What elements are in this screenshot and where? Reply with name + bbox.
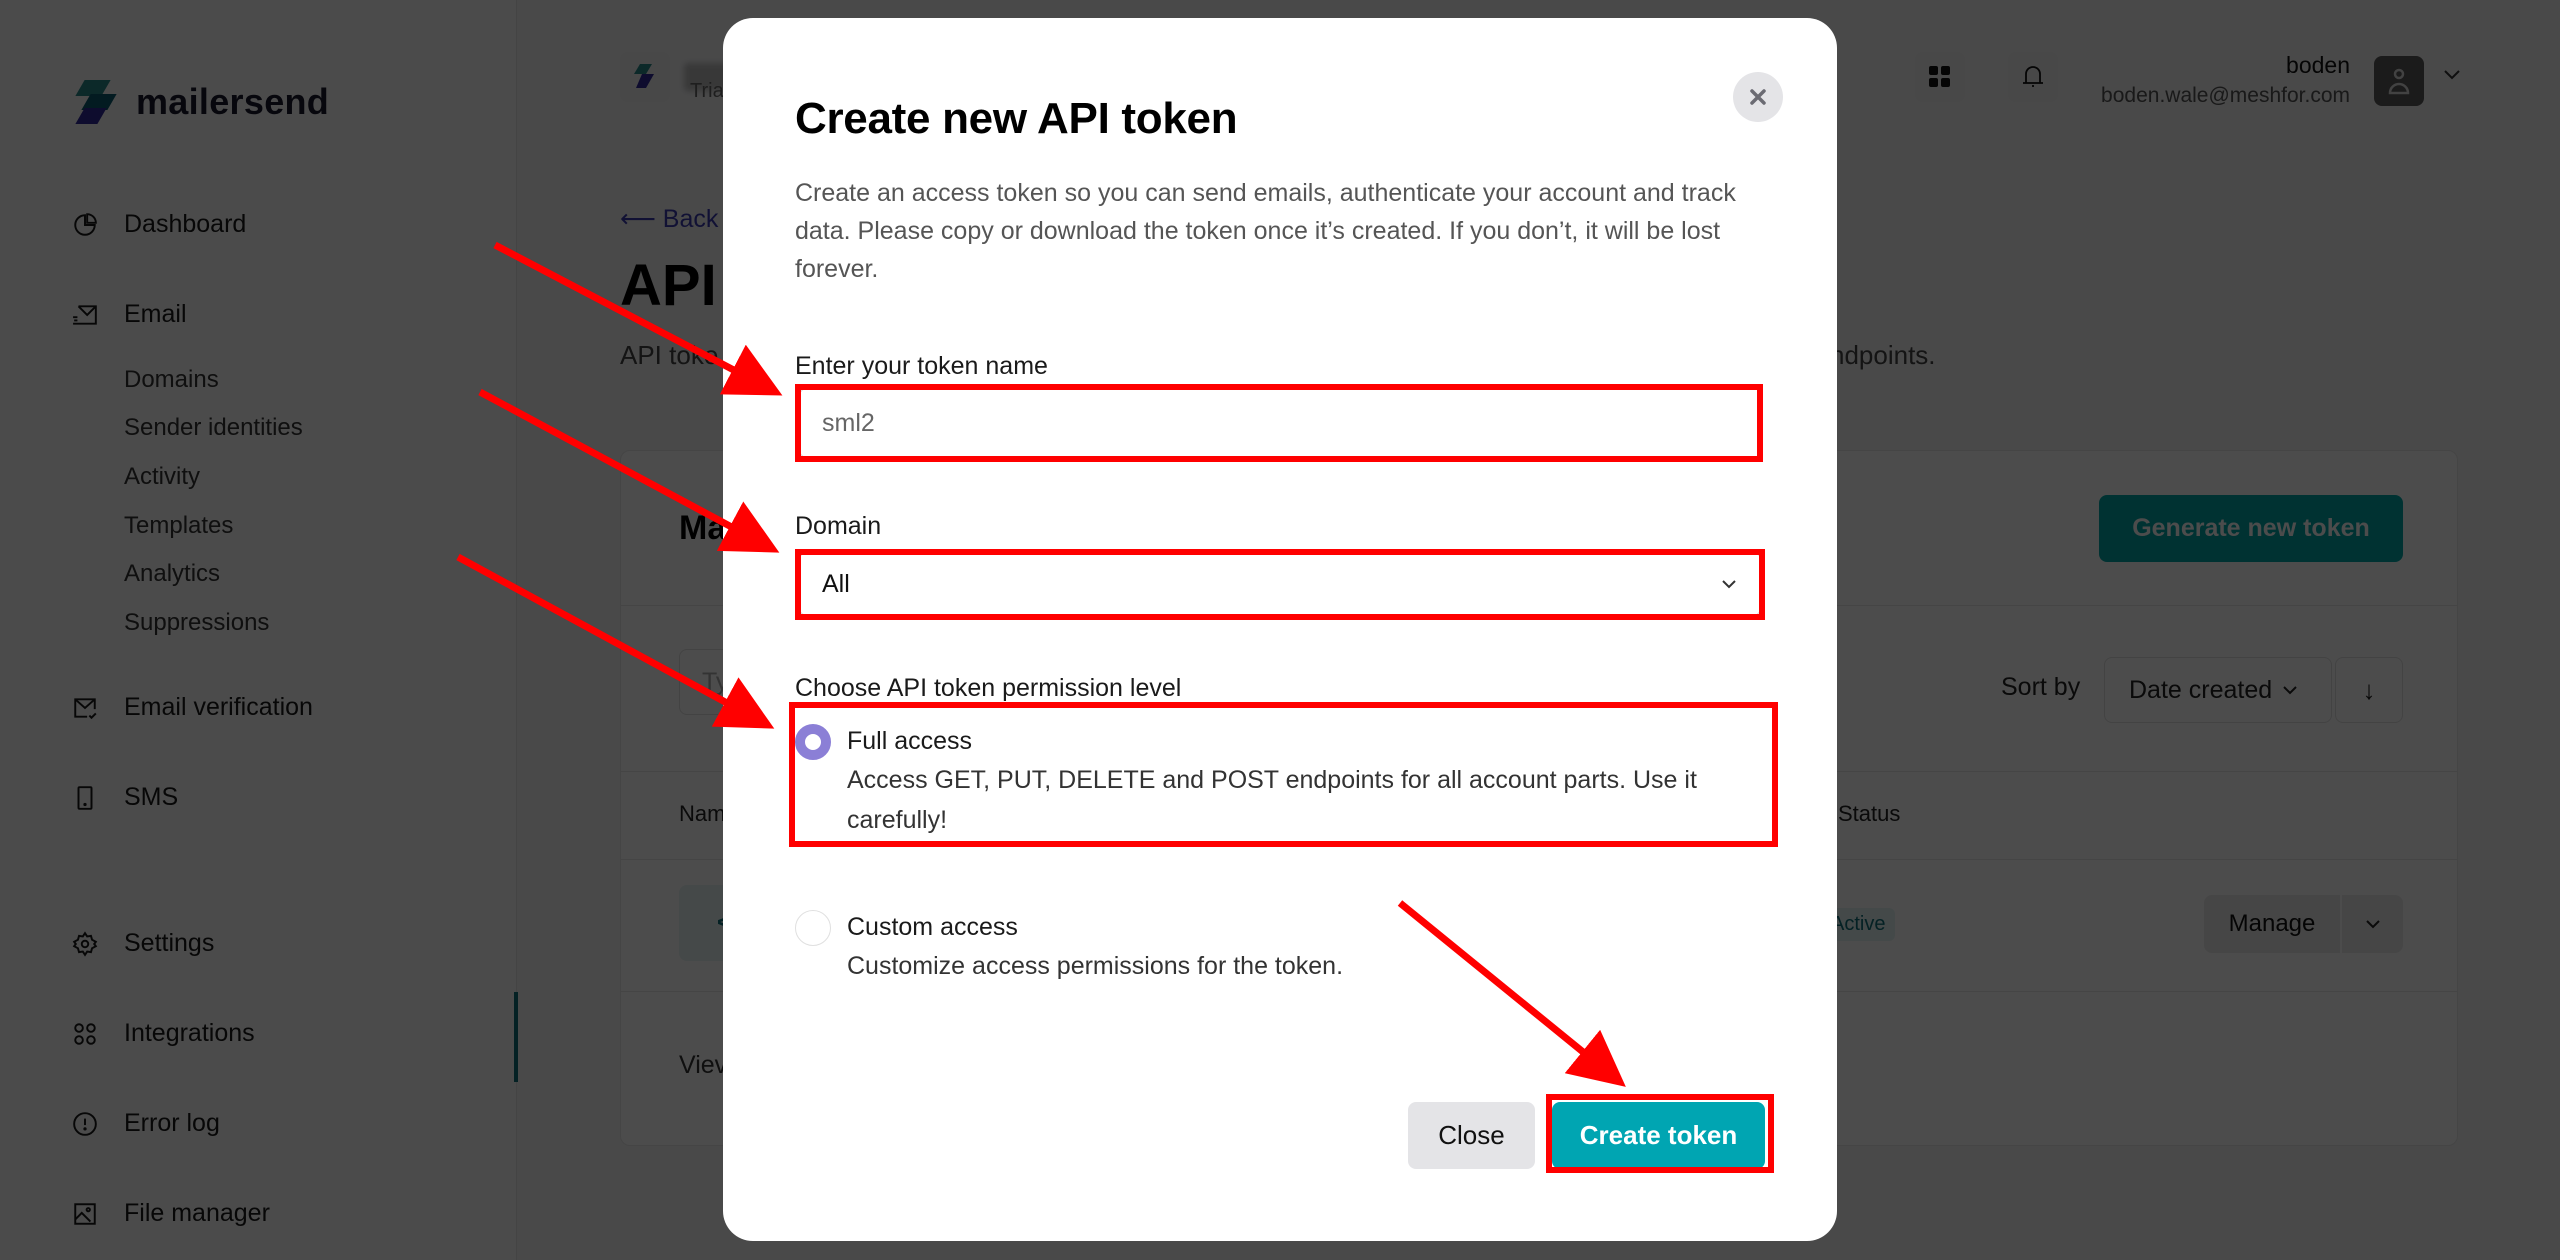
token-name-label: Enter your token name [795, 352, 1048, 380]
permission-option-description: Customize access permissions for the tok… [847, 952, 1344, 980]
permission-option-title: Custom access [847, 913, 1018, 941]
chevron-down-icon [1722, 580, 1736, 589]
permission-option-title: Full access [847, 727, 973, 755]
dialog-description: Create an access token so you can send e… [795, 179, 1736, 283]
close-icon [1750, 89, 1766, 105]
dialog-title: Create new API token [795, 94, 1238, 143]
permission-option-description: Access GET, PUT, DELETE and POST endpoin… [847, 766, 1697, 834]
close-button[interactable]: Close [1408, 1102, 1535, 1169]
permission-option-full-access[interactable]: Full access Access GET, PUT, DELETE and … [795, 722, 1767, 840]
permission-level-label: Choose API token permission level [795, 674, 1182, 702]
radio-full-access[interactable] [795, 724, 831, 760]
permission-option-custom-access[interactable]: Custom access Customize access permissio… [795, 908, 1767, 986]
radio-custom-access[interactable] [795, 910, 831, 946]
close-dialog-button[interactable] [1733, 72, 1783, 122]
domain-label: Domain [795, 512, 882, 540]
domain-selected-value: All [822, 569, 850, 598]
create-token-button[interactable]: Create token [1552, 1102, 1765, 1169]
token-name-input[interactable] [799, 388, 1761, 458]
create-api-token-dialog: Create new API token Create an access to… [723, 18, 1837, 1241]
domain-select[interactable]: All [799, 552, 1761, 616]
